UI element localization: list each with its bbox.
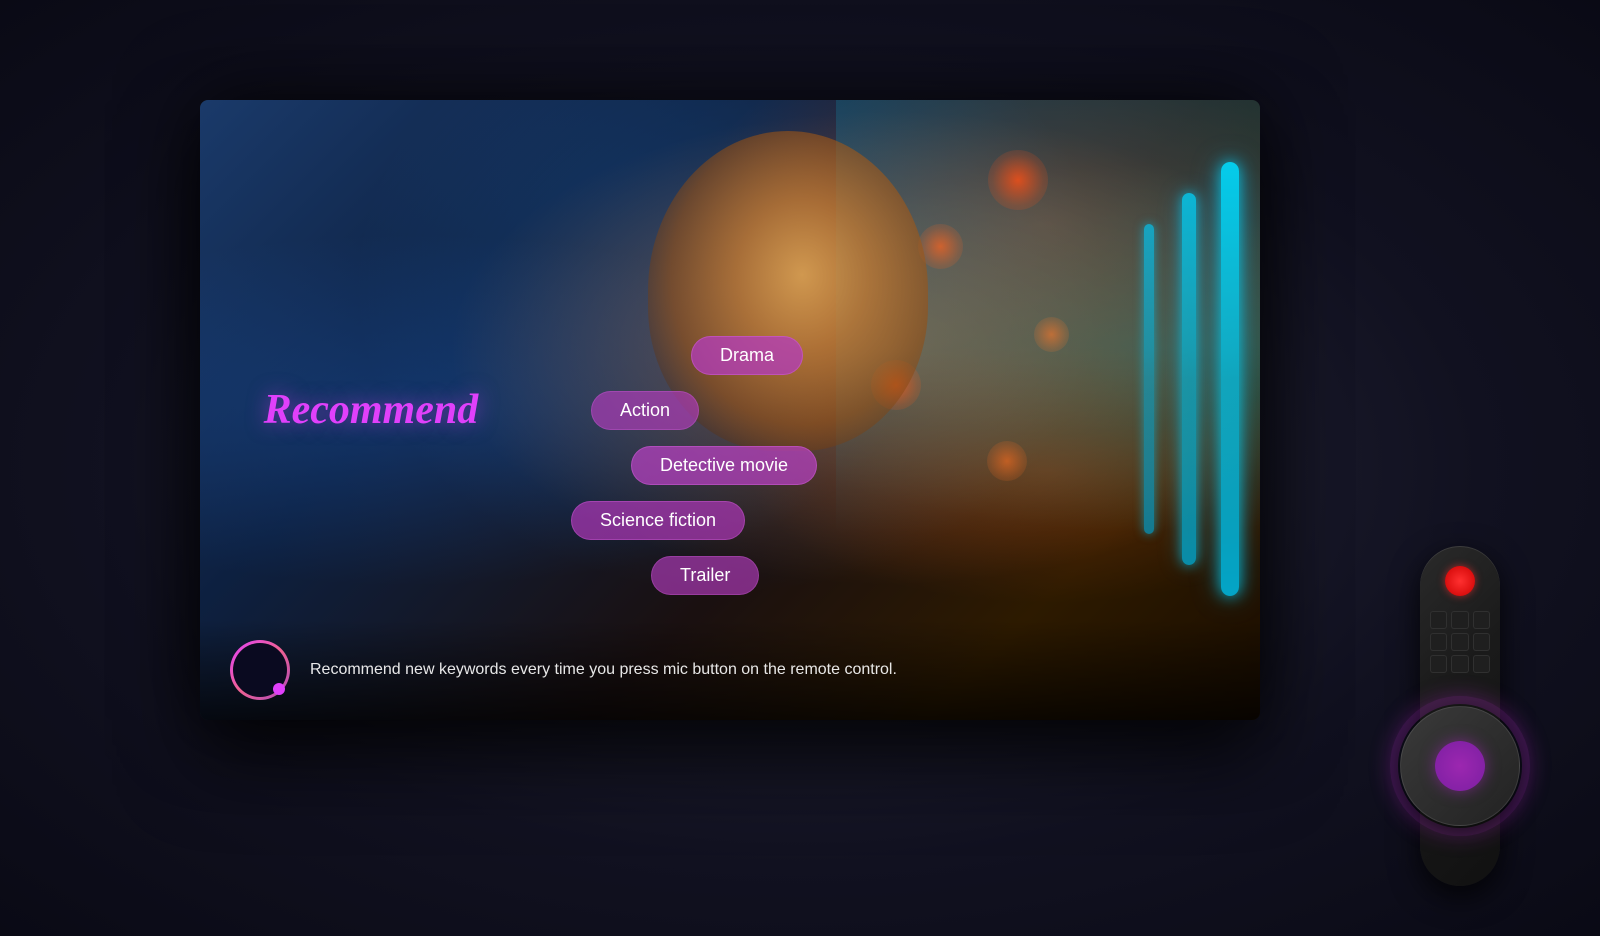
remote-num-2[interactable] bbox=[1451, 611, 1468, 629]
pill-row-action: Action bbox=[571, 391, 1101, 438]
voice-assistant-icon[interactable] bbox=[230, 640, 290, 700]
keyword-pill-drama[interactable]: Drama bbox=[691, 336, 803, 375]
remote-control bbox=[1380, 466, 1540, 886]
scene-wrapper: Recommend Drama Action Detective movie S… bbox=[0, 0, 1600, 936]
remote-num-8[interactable] bbox=[1451, 655, 1468, 673]
pill-row-scifi: Science fiction bbox=[571, 501, 1101, 548]
remote-number-grid bbox=[1430, 611, 1490, 673]
keywords-area: Drama Action Detective movie Science fic… bbox=[571, 336, 1101, 611]
remote-num-9[interactable] bbox=[1473, 655, 1490, 673]
remote-power-button[interactable] bbox=[1445, 566, 1475, 596]
remote-num-5[interactable] bbox=[1451, 633, 1468, 651]
keyword-pill-detective[interactable]: Detective movie bbox=[631, 446, 817, 485]
pill-row-drama: Drama bbox=[571, 336, 1101, 383]
bottom-instruction-text: Recommend new keywords every time you pr… bbox=[310, 661, 897, 679]
nav-center-button[interactable] bbox=[1435, 741, 1485, 791]
keyword-pill-action[interactable]: Action bbox=[591, 391, 699, 430]
tv-screen: Recommend Drama Action Detective movie S… bbox=[200, 100, 1260, 720]
recommend-label: Recommend bbox=[264, 386, 479, 434]
tv-frame: Recommend Drama Action Detective movie S… bbox=[200, 100, 1260, 720]
remote-num-3[interactable] bbox=[1473, 611, 1490, 629]
remote-num-4[interactable] bbox=[1430, 633, 1447, 651]
voice-dot bbox=[273, 683, 285, 695]
keyword-pill-trailer[interactable]: Trailer bbox=[651, 556, 759, 595]
pill-row-trailer: Trailer bbox=[571, 556, 1101, 603]
remote-nav-wheel[interactable] bbox=[1400, 706, 1520, 826]
remote-num-6[interactable] bbox=[1473, 633, 1490, 651]
keyword-pill-scifi[interactable]: Science fiction bbox=[571, 501, 745, 540]
remote-num-7[interactable] bbox=[1430, 655, 1447, 673]
remote-num-1[interactable] bbox=[1430, 611, 1447, 629]
bottom-bar: Recommend new keywords every time you pr… bbox=[200, 620, 1260, 720]
pill-row-detective: Detective movie bbox=[571, 446, 1101, 493]
screen-ui: Recommend Drama Action Detective movie S… bbox=[200, 100, 1260, 720]
